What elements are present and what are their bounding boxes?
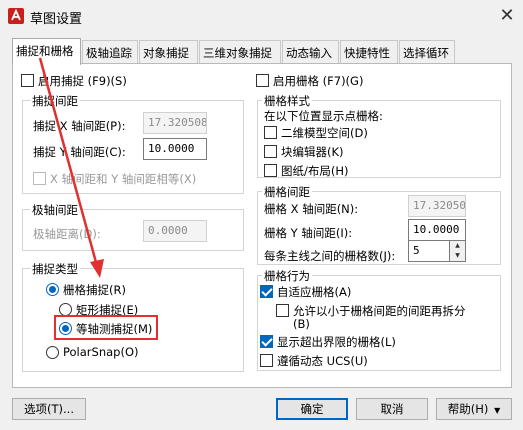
- grid-x-input[interactable]: 17.3205080: [408, 195, 466, 217]
- snap-x-label: 捕捉 X 轴间距(P):: [33, 119, 126, 133]
- tab-selection-cycling[interactable]: 选择循环: [399, 40, 455, 64]
- snap-x-input[interactable]: 17.3205080: [143, 112, 207, 134]
- title-bar: 草图设置 ✕: [0, 0, 523, 32]
- enable-snap-checkbox[interactable]: [21, 74, 34, 87]
- tab-3d-object-snap[interactable]: 三维对象捕捉: [199, 40, 281, 64]
- tab-quick-properties[interactable]: 快捷特性: [340, 40, 398, 64]
- beyond-limits-label: 显示超出界限的栅格(L): [277, 335, 396, 349]
- major-line-stepper[interactable]: ▲ ▼: [450, 240, 466, 262]
- app-icon: [8, 8, 24, 24]
- follow-ucs-checkbox[interactable]: [260, 354, 273, 367]
- major-line-label: 每条主线之间的栅格数(J):: [264, 249, 396, 263]
- block-editor-label: 块编辑器(K): [281, 145, 344, 159]
- grid-y-label: 栅格 Y 轴间距(I):: [264, 226, 353, 240]
- model-space-checkbox[interactable]: [264, 126, 277, 139]
- spin-up-icon[interactable]: ▲: [450, 241, 465, 251]
- grid-x-label: 栅格 X 轴间距(N):: [264, 202, 359, 216]
- sheet-layout-label: 图纸/布局(H): [281, 164, 349, 178]
- grid-snap-radio[interactable]: [46, 283, 59, 296]
- grid-style-title: 栅格样式: [262, 93, 312, 109]
- close-icon[interactable]: ✕: [494, 3, 520, 29]
- block-editor-checkbox[interactable]: [264, 145, 277, 158]
- window-title: 草图设置: [30, 12, 83, 27]
- equal-spacing-checkbox[interactable]: [33, 172, 46, 185]
- polar-spacing-title: 极轴间距: [30, 202, 80, 218]
- snap-type-title: 捕捉类型: [30, 261, 80, 277]
- grid-spacing-title: 栅格间距: [262, 184, 312, 200]
- grid-style-description: 在以下位置显示点栅格:: [264, 109, 383, 123]
- tab-object-snap[interactable]: 对象捕捉: [139, 40, 198, 64]
- equal-spacing-label: X 轴间距和 Y 轴间距相等(X): [50, 172, 197, 186]
- polarsnap-label: PolarSnap(O): [63, 345, 139, 359]
- cancel-button[interactable]: 取消: [356, 398, 428, 420]
- adaptive-grid-label: 自适应栅格(A): [277, 285, 352, 299]
- help-button-label: 帮助(H): [447, 402, 489, 416]
- follow-ucs-label: 遵循动态 UCS(U): [277, 354, 368, 368]
- model-space-label: 二维模型空间(D): [281, 126, 368, 140]
- spin-down-icon[interactable]: ▼: [450, 251, 465, 261]
- ok-button[interactable]: 确定: [276, 398, 348, 420]
- dropdown-arrow-icon[interactable]: ▼: [494, 406, 500, 415]
- tab-polar-tracking[interactable]: 极轴追踪: [82, 40, 138, 64]
- polarsnap-radio[interactable]: [46, 346, 59, 359]
- major-line-input[interactable]: 5: [408, 240, 450, 262]
- snap-y-label: 捕捉 Y 轴间距(C):: [33, 145, 126, 159]
- options-button[interactable]: 选项(T)...: [12, 398, 86, 420]
- grid-snap-label: 栅格捕捉(R): [63, 283, 126, 297]
- snap-spacing-title: 捕捉间距: [30, 93, 80, 109]
- tab-snap-grid[interactable]: 捕捉和栅格: [12, 38, 81, 65]
- help-button[interactable]: 帮助(H) ▼: [436, 398, 512, 420]
- tab-dynamic-input[interactable]: 动态输入: [282, 40, 339, 64]
- grid-behavior-title: 栅格行为: [262, 268, 312, 284]
- sheet-layout-checkbox[interactable]: [264, 164, 277, 177]
- enable-snap-label: 启用捕捉 (F9)(S): [38, 74, 127, 88]
- adaptive-grid-checkbox[interactable]: [260, 285, 273, 298]
- subdivide-checkbox[interactable]: [276, 304, 289, 317]
- subdivide-label: 允许以小于栅格间距的间距再拆分: [293, 304, 466, 318]
- snap-y-input[interactable]: 10.0000: [143, 138, 207, 160]
- annotation-highlight-box: [54, 315, 158, 340]
- polar-distance-input[interactable]: 0.0000: [143, 220, 207, 242]
- polar-distance-label: 极轴距离(D):: [33, 227, 101, 241]
- subdivide-label-accelerator: (B): [293, 317, 310, 331]
- grid-y-input[interactable]: 10.0000: [408, 219, 466, 241]
- enable-grid-label: 启用栅格 (F7)(G): [273, 74, 364, 88]
- enable-grid-checkbox[interactable]: [256, 74, 269, 87]
- beyond-limits-checkbox[interactable]: [260, 335, 273, 348]
